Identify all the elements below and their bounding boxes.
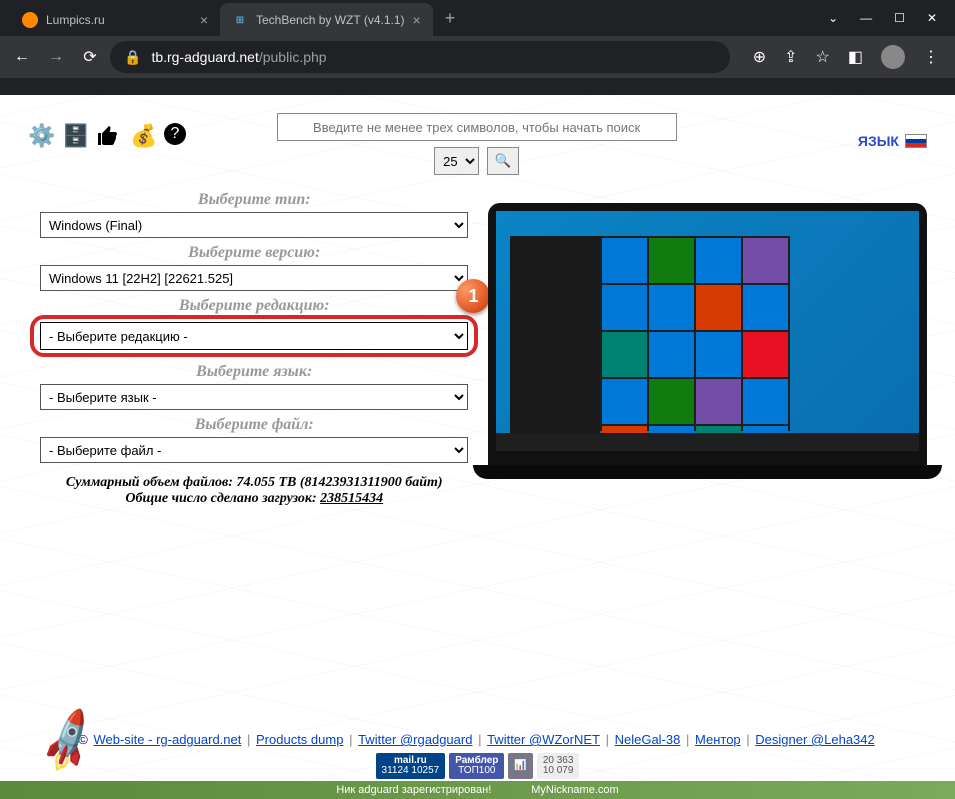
lang-select[interactable]: - Выберите язык - [40,384,468,410]
new-tab-button[interactable]: + [433,8,468,29]
browser-tab-techbench[interactable]: ⊞ TechBench by WZT (v4.1.1) × [220,3,433,37]
close-window-icon[interactable]: ✕ [927,11,937,25]
counter-badges: mail.ru31124 10257 РамблерТОП100 📊 20 36… [0,753,955,779]
close-icon[interactable]: × [413,12,421,28]
database-icon[interactable]: 🗄️ [62,123,86,149]
back-button[interactable]: ← [8,43,36,71]
menu-icon[interactable]: ⋮ [923,47,939,67]
footer-link[interactable]: Twitter @rgadguard [358,732,472,747]
total-size-text: Суммарный объем файлов: 74.055 TB (81423… [40,475,468,491]
language-switcher[interactable]: ЯЗЫК [858,133,927,149]
share-icon[interactable]: ⇪ [784,47,797,67]
footer-link[interactable]: Twitter @WZorNET [487,732,600,747]
edition-label: Выберите редакцию: [40,297,468,315]
footer-link[interactable]: Web-site - rg-adguard.net [93,732,241,747]
liveinternet-stats[interactable]: 20 36310 079 [537,753,580,779]
minimize-icon[interactable]: ― [860,11,872,25]
downloads-text: Общие число сделано загрузок: 238515434 [40,491,468,507]
chevron-down-icon[interactable]: ⌄ [828,11,838,25]
nickname-bar[interactable]: Ник adguard зарегистрирован!MyNickname.c… [0,781,955,799]
lang-label: Выберите язык: [40,363,468,381]
language-label: ЯЗЫК [858,133,899,149]
flag-ru-icon [905,134,927,148]
reload-button[interactable]: ⟳ [76,43,104,71]
maximize-icon[interactable]: ☐ [894,11,905,25]
footer-link[interactable]: NeleGal-38 [615,732,681,747]
search-input[interactable] [277,113,677,141]
money-bag-icon[interactable]: 💰 [130,123,154,149]
search-icon[interactable]: ⊕ [753,47,766,67]
downloads-link[interactable]: 238515434 [320,491,383,506]
url-text: tb.rg-adguard.net/public.php [151,49,326,65]
address-bar[interactable]: 🔒 tb.rg-adguard.net/public.php [110,41,730,73]
lock-icon: 🔒 [124,49,141,66]
favicon-icon [22,12,38,28]
liveinternet-counter[interactable]: 📊 [508,753,532,779]
per-page-select[interactable]: 25 [434,147,479,175]
file-label: Выберите файл: [40,416,468,434]
rambler-counter[interactable]: РамблерТОП100 [449,753,504,779]
type-select[interactable]: Windows (Final) [40,212,468,238]
footer-links: © Web-site - rg-adguard.net | Products d… [0,732,955,747]
edition-select[interactable]: - Выберите редакцию - [40,322,468,350]
type-label: Выберите тип: [40,191,468,209]
laptop-image [488,203,927,473]
close-icon[interactable]: × [200,12,208,28]
search-button[interactable]: 🔍 [487,147,519,175]
tab-title: TechBench by WZT (v4.1.1) [256,13,405,27]
bookmark-icon[interactable]: ☆ [816,47,830,67]
annotation-badge: 1 [456,279,490,313]
footer-link[interactable]: Ментор [695,732,741,747]
forward-button[interactable]: → [42,43,70,71]
version-select[interactable]: Windows 11 [22H2] [22621.525] [40,265,468,291]
footer-link[interactable]: Designer @Leha342 [755,732,874,747]
file-select[interactable]: - Выберите файл - [40,437,468,463]
tab-title: Lumpics.ru [46,13,105,27]
thumbs-up-icon[interactable] [96,123,120,149]
favicon-icon: ⊞ [232,12,248,28]
browser-tab-lumpics[interactable]: Lumpics.ru × [10,3,220,37]
gear-icon[interactable]: ⚙️ [28,123,52,149]
reader-icon[interactable]: ◧ [848,47,863,67]
profile-button[interactable] [881,45,905,69]
version-label: Выберите версию: [40,244,468,262]
footer-link[interactable]: Products dump [256,732,343,747]
highlight-callout: - Выберите редакцию - [30,315,478,357]
help-icon[interactable]: ? [164,123,186,145]
mailru-counter[interactable]: mail.ru31124 10257 [376,753,446,779]
